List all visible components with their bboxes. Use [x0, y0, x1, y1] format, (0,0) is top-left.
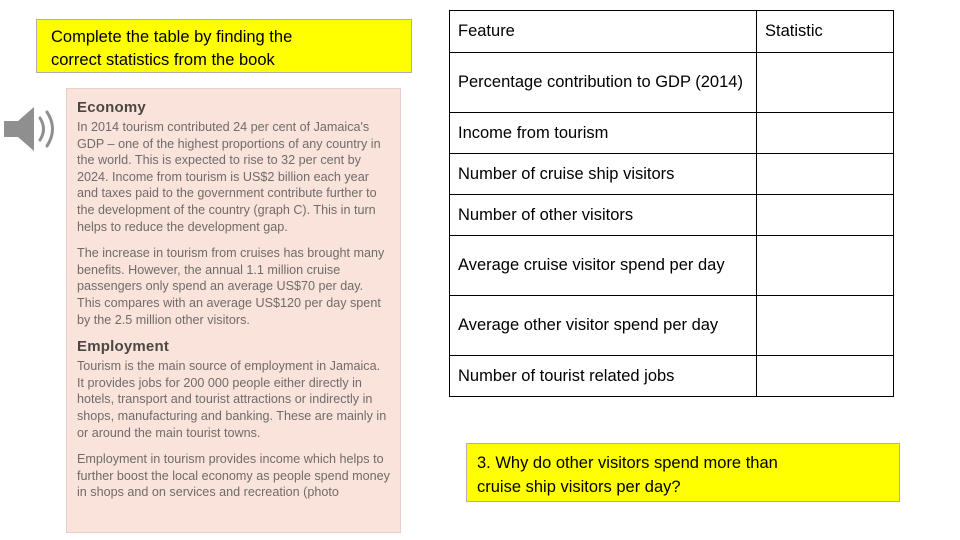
statistic-cell-other-spend[interactable] [756, 295, 894, 356]
statistic-cell-gdp[interactable] [756, 52, 894, 113]
instruction-callout: Complete the table by finding the correc… [36, 19, 412, 73]
table-row: Number of tourist related jobs [449, 355, 894, 397]
extract-paragraph-2: The increase in tourism from cruises has… [77, 246, 385, 327]
feature-cell-income: Income from tourism [449, 112, 757, 154]
table-row: Average other visitor spend per day [449, 295, 894, 356]
table-row: Average cruise visitor spend per day [449, 235, 894, 296]
question-line-2: cruise ship visitors per day? [477, 478, 681, 496]
feature-cell-gdp: Percentage contribution to GDP (2014) [449, 52, 757, 113]
instruction-line-1: Complete the table by finding the [51, 28, 293, 46]
extract-heading-economy: Economy [77, 99, 146, 116]
statistic-cell-jobs[interactable] [756, 355, 894, 397]
question-line-1: 3. Why do other visitors spend more than [477, 454, 778, 472]
extract-paragraph-3: Tourism is the main source of employment… [77, 359, 387, 440]
extract-heading-employment: Employment [77, 338, 170, 356]
feature-cell-cruise-spend: Average cruise visitor spend per day [449, 235, 757, 296]
feature-cell-cruise-visitors: Number of cruise ship visitors [449, 153, 757, 195]
speaker-icon[interactable] [0, 100, 60, 158]
feature-cell-other-visitors: Number of other visitors [449, 194, 757, 236]
table-row: Number of cruise ship visitors [449, 153, 894, 195]
statistic-cell-other-visitors[interactable] [756, 194, 894, 236]
column-header-feature: Feature [449, 10, 757, 53]
feature-statistic-table: Feature Statistic Percentage contributio… [449, 10, 894, 397]
extract-paragraph-1: In 2014 tourism contributed 24 per cent … [77, 120, 381, 234]
instruction-line-2: correct statistics from the book [51, 51, 275, 69]
feature-cell-jobs: Number of tourist related jobs [449, 355, 757, 397]
table-row: Income from tourism [449, 112, 894, 154]
table-row: Number of other visitors [449, 194, 894, 236]
extract-paragraph-4: Employment in tourism provides income wh… [77, 452, 390, 500]
table-row: Percentage contribution to GDP (2014) [449, 52, 894, 113]
feature-cell-other-spend: Average other visitor spend per day [449, 295, 757, 356]
statistic-cell-cruise-spend[interactable] [756, 235, 894, 296]
column-header-statistic: Statistic [756, 10, 894, 53]
statistic-cell-income[interactable] [756, 112, 894, 154]
question-callout: 3. Why do other visitors spend more than… [466, 443, 900, 502]
table-header-row: Feature Statistic [449, 10, 894, 53]
statistic-cell-cruise-visitors[interactable] [756, 153, 894, 195]
textbook-extract-image: Economy In 2014 tourism contributed 24 p… [66, 88, 401, 533]
